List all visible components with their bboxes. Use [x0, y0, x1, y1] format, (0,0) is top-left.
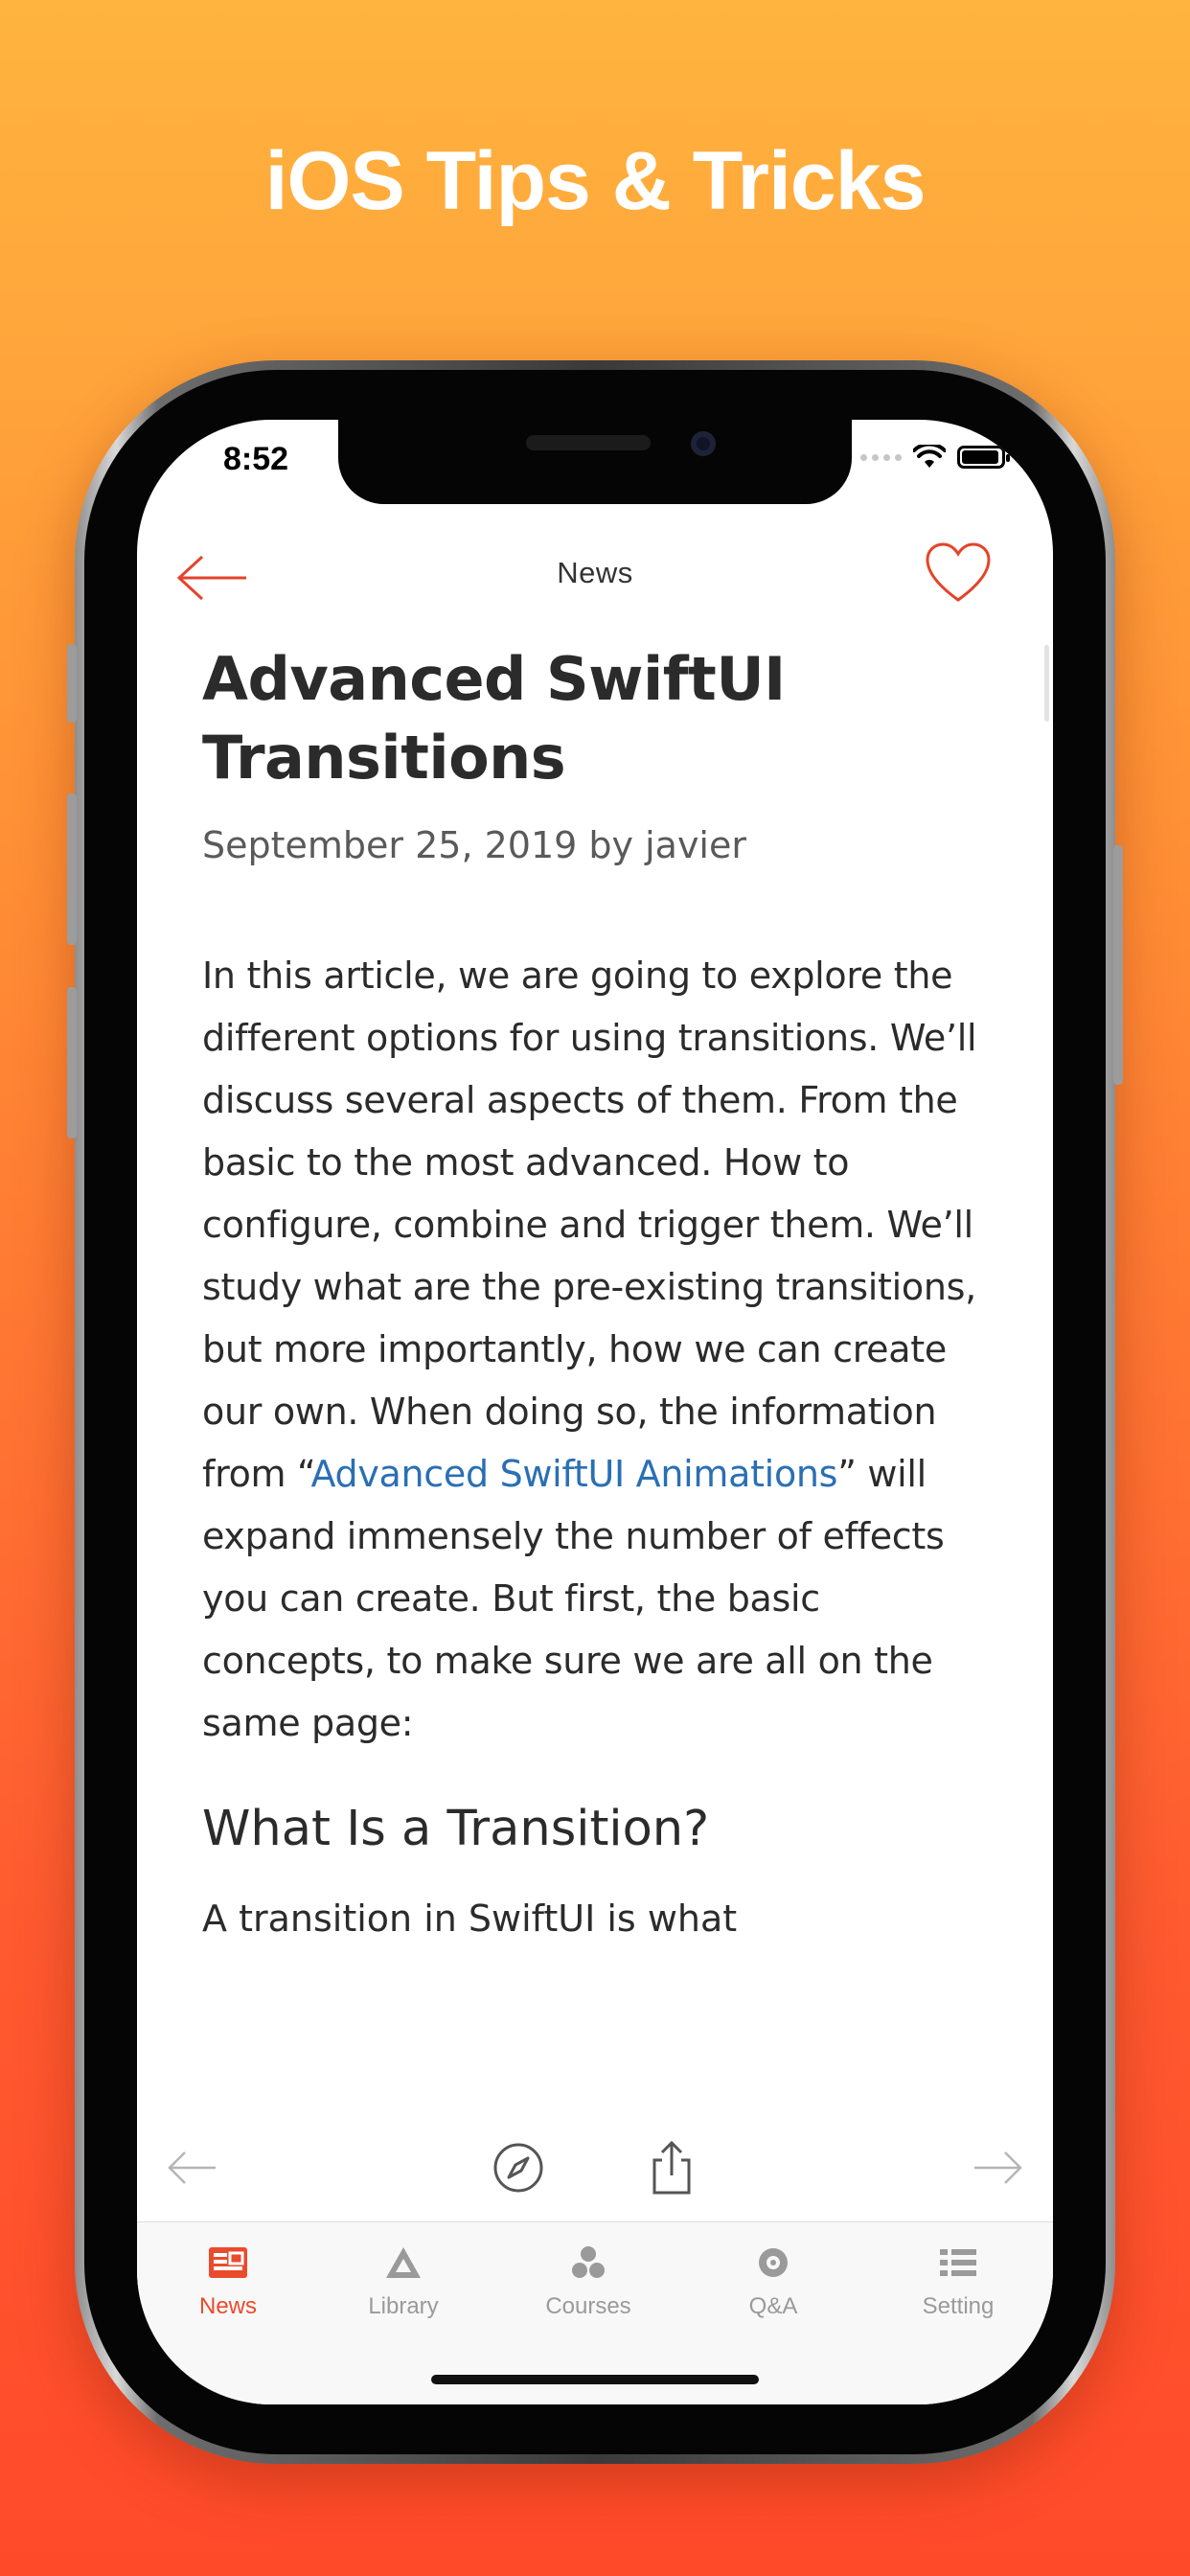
- marketing-headline: iOS Tips & Tricks: [264, 135, 927, 227]
- forward-arrow-icon[interactable]: [969, 2139, 1026, 2196]
- cellular-signal-icon: [860, 453, 902, 461]
- nav-title: News: [557, 556, 633, 589]
- courses-icon: [572, 2246, 605, 2278]
- section-heading: What Is a Transition?: [202, 1801, 710, 1857]
- scroll-indicator[interactable]: [1044, 645, 1049, 722]
- qa-icon: [759, 2248, 788, 2277]
- heart-icon[interactable]: [925, 542, 992, 604]
- navigation-bar: News: [137, 525, 1053, 631]
- article-body: In this article, we are going to explore…: [202, 945, 997, 1755]
- tab-library[interactable]: Library: [332, 2243, 475, 2320]
- library-icon: [386, 2247, 421, 2278]
- tab-label-news: News: [198, 2293, 257, 2319]
- tab-label-setting: Setting: [922, 2293, 995, 2319]
- browser-toolbar: [137, 2116, 1053, 2212]
- compass-icon[interactable]: [490, 2139, 547, 2196]
- settings-icon: [940, 2249, 976, 2276]
- body-text-2: ” will expand immensely the number of ef…: [202, 1453, 945, 1744]
- tab-label-qa: Q&A: [748, 2293, 798, 2319]
- tab-setting[interactable]: Setting: [886, 2243, 1030, 2320]
- share-icon[interactable]: [643, 2139, 700, 2196]
- tab-qa[interactable]: Q&A: [701, 2243, 845, 2320]
- article-title: Advanced SwiftUI Transitions: [202, 644, 786, 793]
- side-button-left-2: [67, 794, 77, 945]
- tab-label-courses: Courses: [545, 2293, 631, 2319]
- side-button-left-1: [67, 644, 77, 723]
- section-text: A transition in SwiftUI is what: [202, 1898, 738, 1940]
- tab-courses[interactable]: Courses: [516, 2243, 660, 2320]
- front-camera: [691, 431, 716, 456]
- status-time: 8:52: [223, 441, 289, 477]
- home-indicator[interactable]: [431, 2375, 759, 2384]
- article-meta: September 25, 2019 by javier: [202, 824, 746, 866]
- status-icons: [860, 445, 1010, 470]
- tab-label-library: Library: [368, 2293, 439, 2319]
- phone-screen: 8:52 News Advanced SwiftUI Transitions S…: [137, 420, 1053, 2404]
- battery-icon: [957, 446, 1010, 469]
- speaker-grille: [526, 435, 651, 450]
- back-arrow-icon[interactable]: [164, 2139, 221, 2196]
- tab-news[interactable]: News: [156, 2243, 300, 2320]
- news-icon: [209, 2247, 247, 2278]
- article: Advanced SwiftUI Transitions September 2…: [202, 640, 997, 1940]
- body-text-1: In this article, we are going to explore…: [202, 954, 977, 1495]
- wifi-icon: [913, 445, 946, 468]
- notch: [338, 420, 852, 504]
- side-button-left-3: [67, 987, 77, 1138]
- side-button-right: [1113, 845, 1123, 1085]
- article-link[interactable]: Advanced SwiftUI Animations: [311, 1453, 838, 1495]
